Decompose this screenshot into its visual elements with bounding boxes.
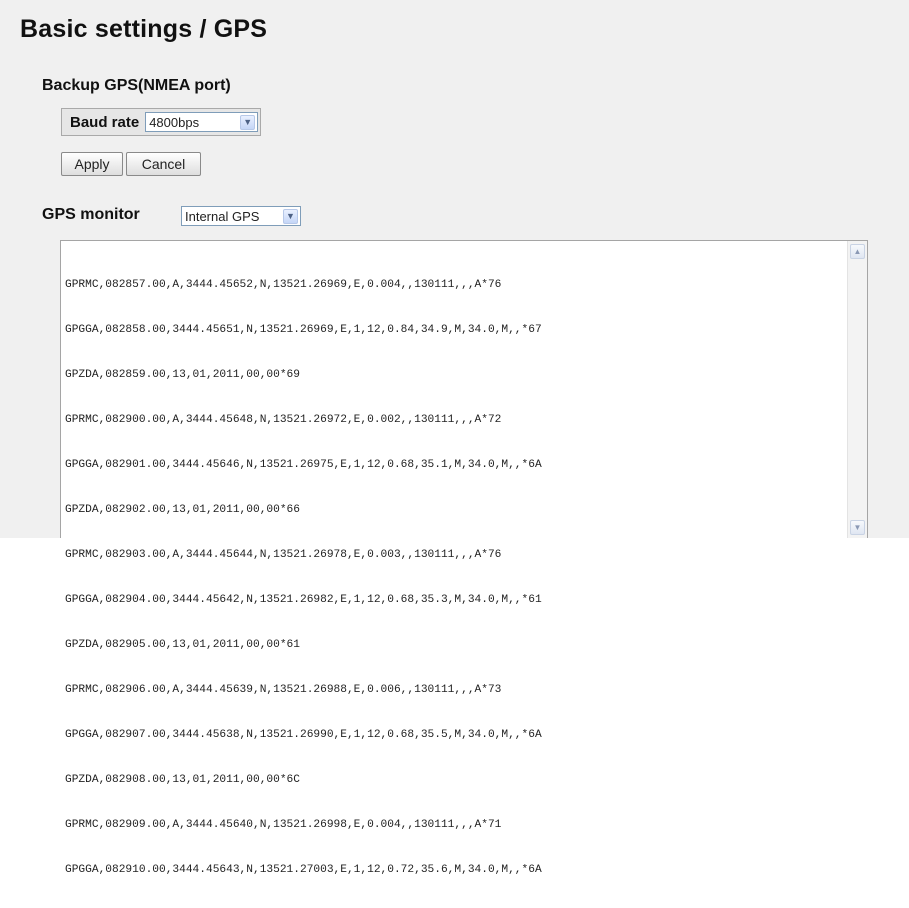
nmea-line: GPGGA,082907.00,3444.45638,N,13521.26990… <box>65 729 542 741</box>
gps-monitor-heading: GPS monitor <box>42 206 140 223</box>
gps-source-value: Internal GPS <box>185 208 260 224</box>
nmea-line: GPGGA,082904.00,3444.45642,N,13521.26982… <box>65 594 542 606</box>
scroll-up-arrow-icon[interactable]: ▲ <box>850 244 865 259</box>
apply-button[interactable]: Apply <box>61 152 123 176</box>
nmea-line: GPZDA,082908.00,13,01,2011,00,00*6C <box>65 774 300 786</box>
baud-rate-value: 4800bps <box>149 114 200 130</box>
baud-rate-label: Baud rate <box>70 113 140 131</box>
nmea-line: GPGGA,082901.00,3444.45646,N,13521.26975… <box>65 459 542 471</box>
nmea-line: GPRMC,082909.00,A,3444.45640,N,13521.269… <box>65 819 502 831</box>
vertical-scrollbar[interactable]: ▲ ▼ <box>847 241 867 538</box>
scroll-down-arrow-icon[interactable]: ▼ <box>850 520 865 535</box>
settings-page: Basic settings / GPS Backup GPS(NMEA por… <box>0 0 909 876</box>
nmea-line: GPGGA,082858.00,3444.45651,N,13521.26969… <box>65 324 542 336</box>
baud-rate-row: Baud rate 4800bps ▼ <box>61 108 262 136</box>
chevron-down-icon[interactable]: ▼ <box>240 114 256 130</box>
backup-gps-heading: Backup GPS(NMEA port) <box>42 77 231 94</box>
nmea-line: GPGGA,082910.00,3444.45643,N,13521.27003… <box>65 864 542 876</box>
nmea-line: GPZDA,082859.00,13,01,2011,00,00*69 <box>65 369 300 381</box>
nmea-line: GPRMC,082857.00,A,3444.45652,N,13521.269… <box>65 279 502 291</box>
nmea-line: GPRMC,082906.00,A,3444.45639,N,13521.269… <box>65 684 502 696</box>
cancel-button[interactable]: Cancel <box>126 152 201 176</box>
nmea-lines: GPRMC,082857.00,A,3444.45652,N,13521.269… <box>65 248 841 908</box>
nmea-line: GPRMC,082903.00,A,3444.45644,N,13521.269… <box>65 549 502 561</box>
nmea-line: GPRMC,082900.00,A,3444.45648,N,13521.269… <box>65 414 502 426</box>
nmea-line: GPZDA,082902.00,13,01,2011,00,00*66 <box>65 504 300 516</box>
nmea-monitor-textarea[interactable]: GPRMC,082857.00,A,3444.45652,N,13521.269… <box>60 240 868 876</box>
gps-source-select[interactable]: Internal GPS ▼ <box>181 206 301 226</box>
page-title: Basic settings / GPS <box>20 15 268 43</box>
nmea-line: GPZDA,082905.00,13,01,2011,00,00*61 <box>65 639 300 651</box>
chevron-down-icon[interactable]: ▼ <box>283 208 298 224</box>
baud-rate-select[interactable]: 4800bps ▼ <box>145 112 259 132</box>
